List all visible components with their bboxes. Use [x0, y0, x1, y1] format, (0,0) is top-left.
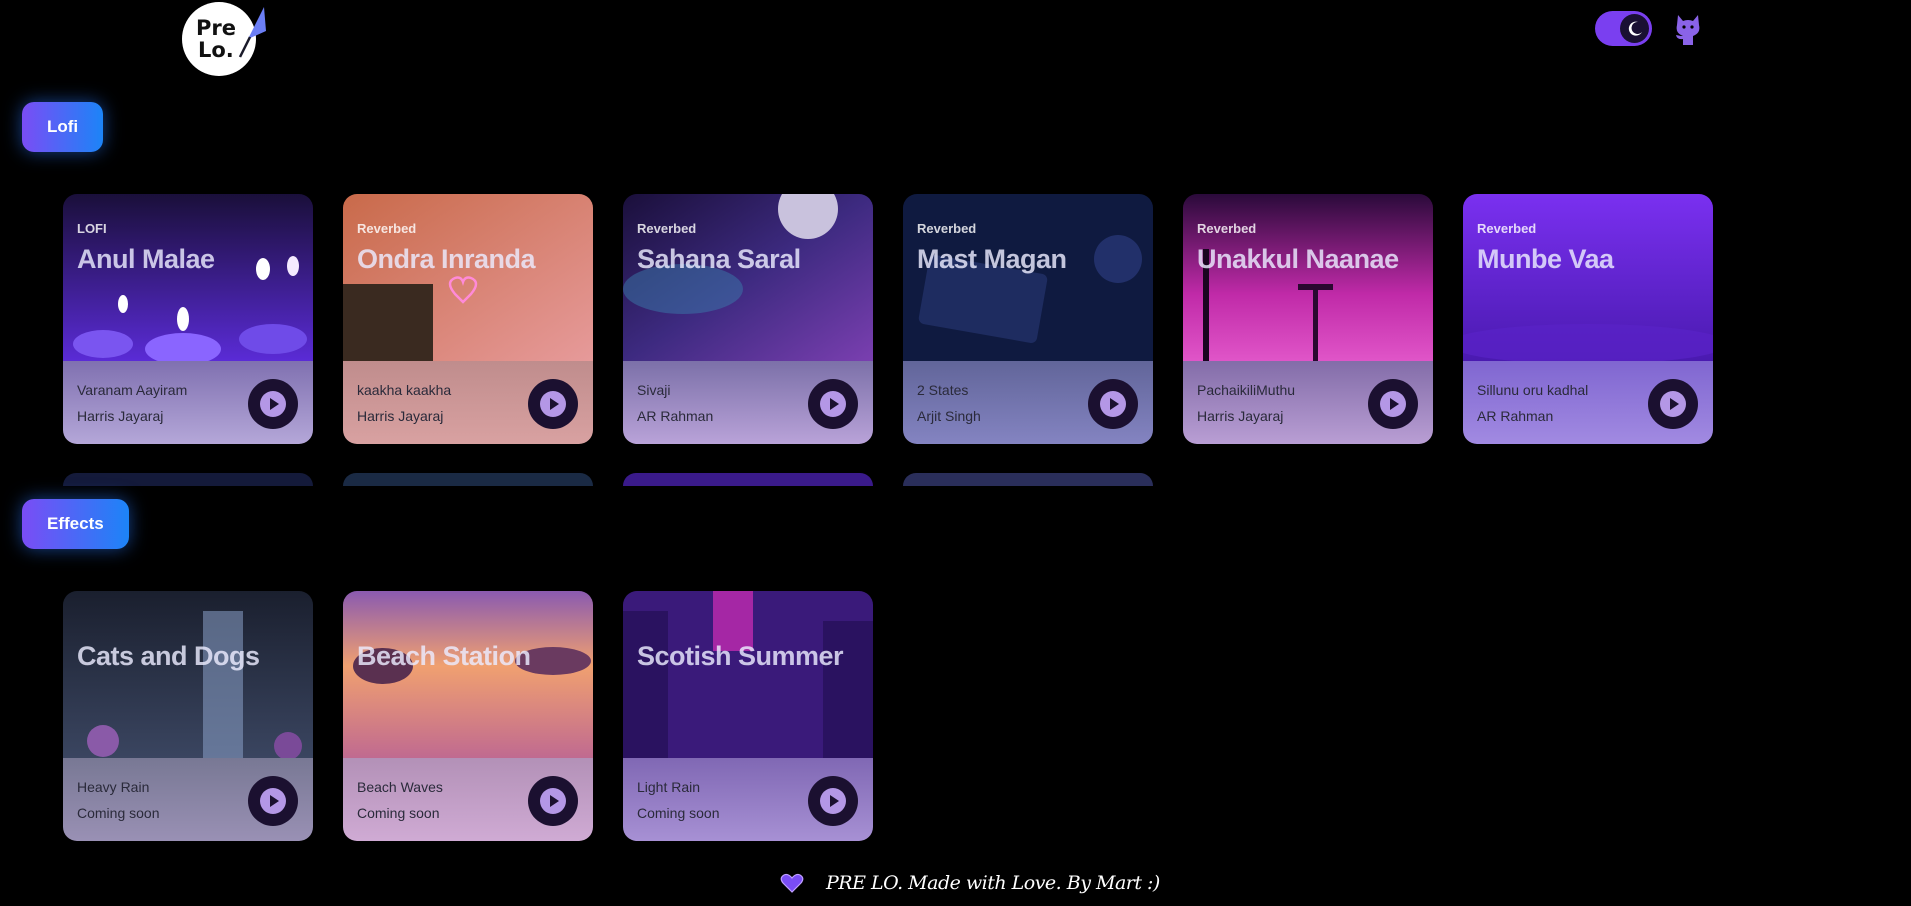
- card-title: Munbe Vaa: [1477, 244, 1614, 274]
- play-icon: [1100, 391, 1126, 417]
- play-button[interactable]: [1088, 379, 1138, 429]
- card-movie: Sivaji: [637, 382, 671, 398]
- card-title: Anul Malae: [77, 244, 215, 274]
- card-movie: Sillunu oru kadhal: [1477, 382, 1589, 398]
- heart-icon: [780, 873, 804, 893]
- card-title: Mast Magan: [917, 244, 1067, 274]
- card-artwork: [903, 194, 1153, 361]
- card-peek: [623, 473, 873, 486]
- effect-card[interactable]: Cats and Dogs Heavy Rain Coming soon: [63, 591, 313, 841]
- play-icon: [260, 788, 286, 814]
- song-card[interactable]: Reverbed Unakkul Naanae PachaikiliMuthu …: [1183, 194, 1433, 444]
- card-peek: [903, 473, 1153, 486]
- play-button[interactable]: [808, 379, 858, 429]
- card-artist: AR Rahman: [637, 408, 714, 424]
- card-artwork: [63, 194, 313, 361]
- play-button[interactable]: [248, 379, 298, 429]
- card-movie: Varanam Aayiram: [77, 382, 188, 398]
- lofi-section-button[interactable]: Lofi: [22, 102, 104, 152]
- card-title: Sahana Saral: [637, 244, 801, 274]
- play-button[interactable]: [808, 776, 858, 826]
- github-cat-icon[interactable]: [1671, 9, 1705, 47]
- card-peek: [63, 473, 313, 486]
- play-icon: [1380, 391, 1406, 417]
- card-artist: Harris Jayaraj: [77, 408, 164, 424]
- play-button[interactable]: [1368, 379, 1418, 429]
- card-title: Cats and Dogs: [77, 641, 260, 671]
- pen-icon: [238, 7, 266, 58]
- card-artwork: [623, 194, 873, 361]
- effects-section-button[interactable]: Effects: [22, 499, 129, 549]
- card-artwork: [343, 591, 593, 758]
- play-icon: [820, 788, 846, 814]
- play-button[interactable]: [528, 776, 578, 826]
- card-tag: Reverbed: [1197, 221, 1257, 236]
- card-artist: AR Rahman: [1477, 408, 1554, 424]
- card-artwork: [343, 194, 593, 361]
- footer: PRE LO. Made with Love. By Mart :): [780, 872, 1160, 894]
- card-tag: Reverbed: [637, 221, 697, 236]
- card-artist: Harris Jayaraj: [1197, 408, 1284, 424]
- play-icon: [540, 391, 566, 417]
- card-effect: Light Rain: [637, 779, 701, 795]
- card-tag: LOFI: [77, 221, 107, 236]
- card-artwork: [63, 591, 313, 758]
- theme-toggle[interactable]: [1595, 11, 1652, 46]
- play-icon: [1660, 391, 1686, 417]
- song-card[interactable]: Reverbed Sahana Saral Sivaji AR Rahman: [623, 194, 873, 444]
- card-artwork: [1463, 194, 1713, 361]
- card-title: Ondra Inranda: [357, 244, 536, 274]
- play-icon: [260, 391, 286, 417]
- card-artist: Arjit Singh: [917, 408, 981, 424]
- play-icon: [820, 391, 846, 417]
- card-status: Coming soon: [637, 805, 720, 821]
- logo-line2: Lo.: [198, 38, 234, 62]
- card-effect: Beach Waves: [357, 779, 443, 795]
- song-card[interactable]: Reverbed Ondra Inranda kaakha kaakha Har…: [343, 194, 593, 444]
- card-title: Beach Station: [357, 641, 531, 671]
- card-artwork: [1183, 194, 1433, 361]
- card-effect: Heavy Rain: [77, 779, 150, 795]
- card-tag: Reverbed: [917, 221, 977, 236]
- song-card[interactable]: Reverbed Mast Magan 2 States Arjit Singh: [903, 194, 1153, 444]
- card-artist: Harris Jayaraj: [357, 408, 444, 424]
- card-title: Scotish Summer: [637, 641, 844, 671]
- card-peek: [343, 473, 593, 486]
- card-movie: PachaikiliMuthu: [1197, 382, 1296, 398]
- card-artwork: [623, 591, 873, 758]
- card-movie: 2 States: [917, 382, 969, 398]
- play-icon: [540, 788, 566, 814]
- moon-icon: [1620, 14, 1649, 43]
- effect-card[interactable]: Scotish Summer Light Rain Coming soon: [623, 591, 873, 841]
- play-button[interactable]: [1648, 379, 1698, 429]
- card-movie: kaakha kaakha: [357, 382, 452, 398]
- effect-card[interactable]: Beach Station Beach Waves Coming soon: [343, 591, 593, 841]
- card-title: Unakkul Naanae: [1197, 244, 1399, 274]
- card-status: Coming soon: [77, 805, 160, 821]
- play-button[interactable]: [248, 776, 298, 826]
- card-tag: Reverbed: [357, 221, 417, 236]
- song-card[interactable]: LOFI Anul Malae Varanam Aayiram Harris J…: [63, 194, 313, 444]
- card-tag: Reverbed: [1477, 221, 1537, 236]
- footer-text: PRE LO. Made with Love. By Mart :): [826, 872, 1160, 894]
- card-status: Coming soon: [357, 805, 440, 821]
- logo-line1: Pre: [196, 16, 236, 40]
- play-button[interactable]: [528, 379, 578, 429]
- song-card[interactable]: Reverbed Munbe Vaa Sillunu oru kadhal AR…: [1463, 194, 1713, 444]
